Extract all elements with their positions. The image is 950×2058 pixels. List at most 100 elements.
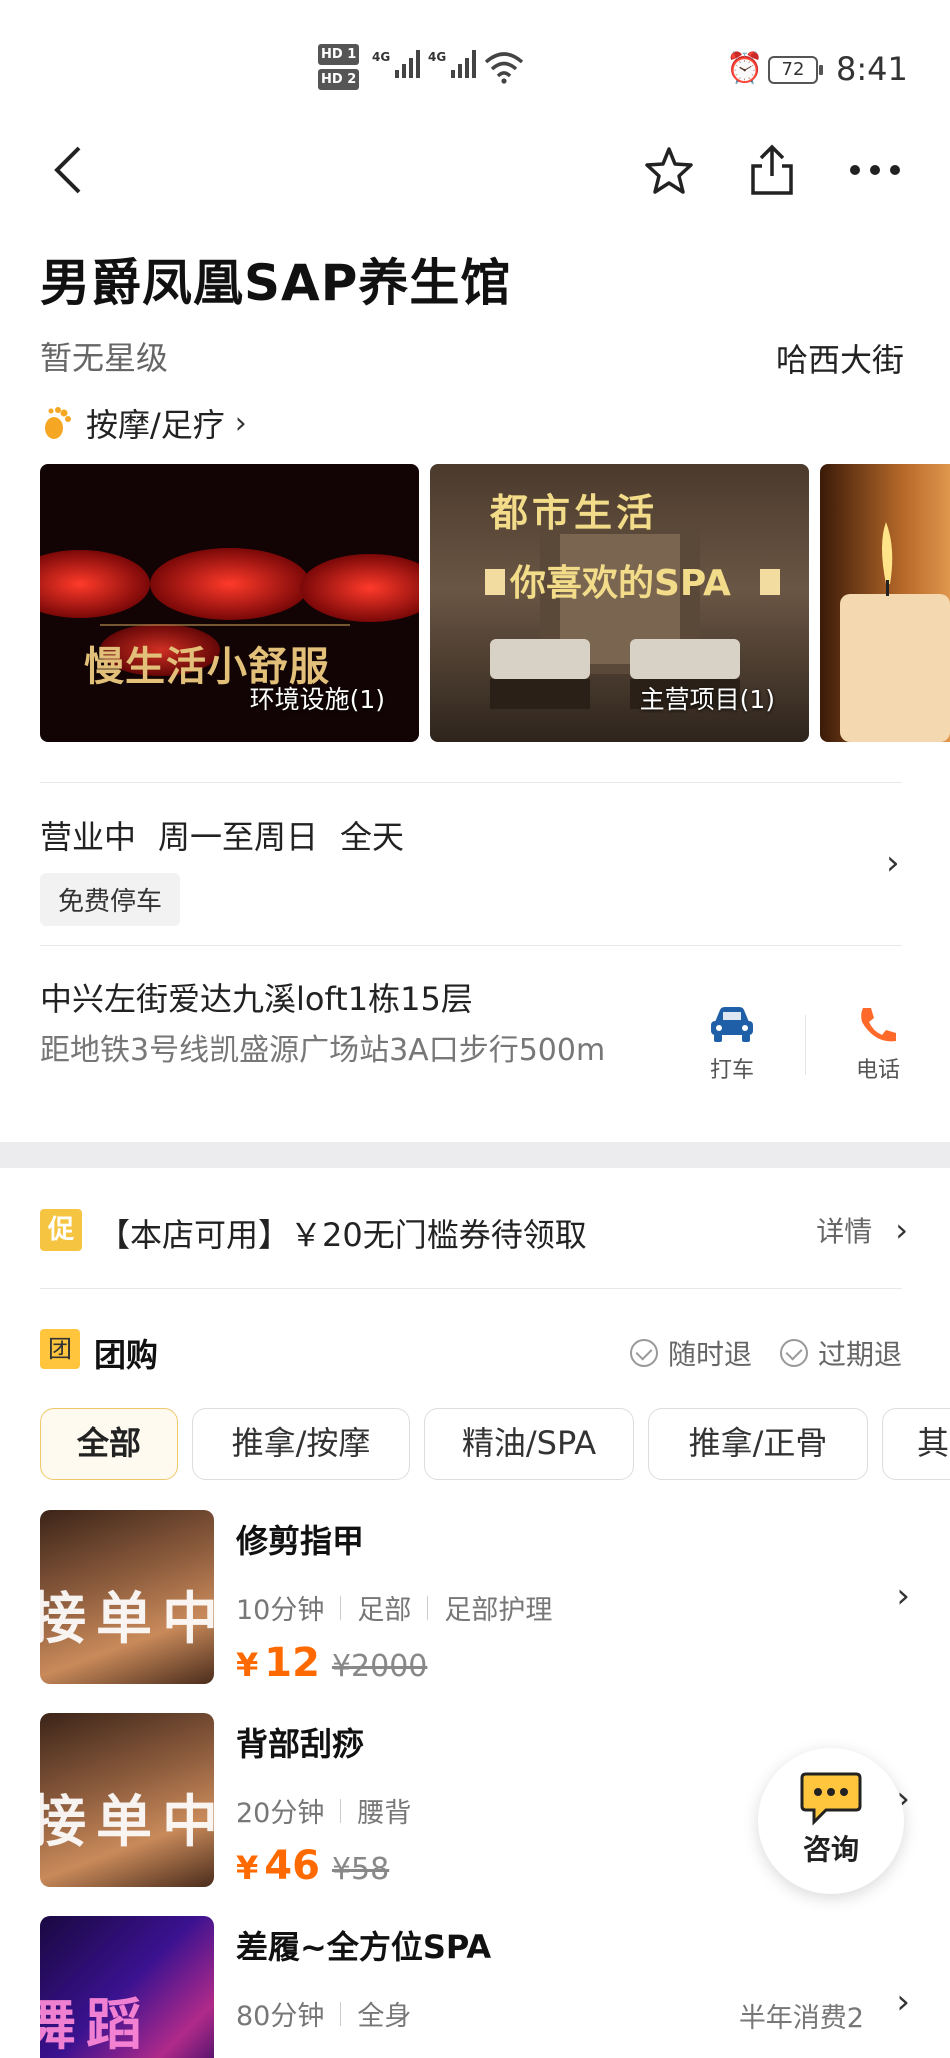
filter-chip-spa[interactable]: 精油/SPA xyxy=(424,1408,634,1480)
photo-overlay-text-1: 都市生活 xyxy=(490,491,659,535)
battery-icon: 72 xyxy=(768,56,823,84)
deal-duration: 20分钟 xyxy=(236,1798,325,1829)
chevron-right-icon: › xyxy=(895,1211,908,1249)
hd2-label: HD 2 xyxy=(318,69,360,90)
deal-original-price: 58 xyxy=(351,1852,390,1887)
deal-type: 足部护理 xyxy=(444,1595,553,1626)
group-buy-badge: 团 xyxy=(40,1329,80,1369)
deal-meta: 80分钟 全身 xyxy=(236,1994,411,2033)
taxi-car-icon xyxy=(711,1007,753,1042)
filter-chip-other[interactable]: 其 xyxy=(882,1408,950,1480)
deal-thumbnail: 接单中 xyxy=(40,1713,214,1887)
consult-button[interactable]: 咨询 xyxy=(758,1748,904,1894)
deal-duration: 80分钟 xyxy=(236,2001,325,2032)
deal-price: ¥12 ¥2000 xyxy=(236,1640,428,1686)
deal-meta: 10分钟 足部 足部护理 xyxy=(236,1588,552,1627)
photo-services[interactable]: 都市生活 你喜欢的SPA 主营项目(1) xyxy=(430,464,809,742)
deal-part: 全身 xyxy=(357,2001,412,2032)
deal-name: 背部刮痧 xyxy=(236,1725,365,1763)
address-line[interactable]: 中兴左街爱达九溪loft1栋15层 xyxy=(40,974,473,1020)
taxi-label: 打车 xyxy=(709,1058,754,1083)
refund-expired-label: 过期退 xyxy=(818,1338,903,1371)
divider xyxy=(40,945,902,946)
deal-current-price: 12 xyxy=(264,1640,320,1686)
taxi-button[interactable]: 打车 xyxy=(692,1004,772,1084)
category-label: 按摩/足疗 xyxy=(86,406,225,444)
share-icon xyxy=(751,144,793,195)
deal-original-price: 2000 xyxy=(351,1649,428,1684)
chevron-right-icon: › xyxy=(896,1576,910,1616)
candle-image xyxy=(840,522,950,742)
shop-name: 男爵凤凰SAP养生馆 xyxy=(40,254,512,312)
wifi-icon xyxy=(484,52,524,84)
district: 哈西大街 xyxy=(775,341,904,379)
divider xyxy=(40,782,902,783)
hd-indicator: HD 1 HD 2 xyxy=(318,44,360,94)
promo-details-link[interactable]: 详情 › xyxy=(816,1210,908,1250)
deal-part: 腰背 xyxy=(357,1798,412,1829)
alarm-icon: ⏰ xyxy=(726,51,764,86)
foot-icon xyxy=(45,407,71,439)
category-link[interactable]: 按摩/足疗 › xyxy=(40,400,247,446)
filter-chip-bone[interactable]: 推拿/正骨 xyxy=(648,1408,868,1480)
share-button[interactable] xyxy=(742,140,802,200)
back-button[interactable] xyxy=(38,140,98,200)
business-hours[interactable]: 营业中 周一至周日 全天 xyxy=(40,812,426,858)
hd1-label: HD 1 xyxy=(318,44,360,65)
deal-thumbnail: 接单中 xyxy=(40,1510,214,1684)
photo-environment[interactable]: 慢生活小舒服 环境设施(1) xyxy=(40,464,419,742)
group-buy-title: 团购 xyxy=(94,1336,159,1374)
chevron-right-icon: › xyxy=(234,405,247,441)
filter-chip-massage[interactable]: 推拿/按摩 xyxy=(192,1408,410,1480)
promo-details-label: 详情 xyxy=(816,1215,873,1248)
filter-chip-all[interactable]: 全部 xyxy=(40,1408,178,1480)
divider xyxy=(40,1288,902,1289)
phone-button[interactable]: 电话 xyxy=(838,1004,918,1084)
parking-tag: 免费停车 xyxy=(40,873,181,926)
open-time: 全天 xyxy=(340,818,405,856)
status-bar: HD 1 HD 2 4G 4G ⏰ 72 8:41 xyxy=(0,0,950,120)
consult-label: 咨询 xyxy=(802,1833,859,1866)
deal-price: ¥46 ¥58 xyxy=(236,1843,390,1889)
deal-name: 差履~全方位SPA xyxy=(236,1928,492,1966)
star-outline-icon xyxy=(645,147,693,194)
promo-text[interactable]: 【本店可用】￥20无门槛券待领取 xyxy=(98,1210,587,1256)
section-separator xyxy=(0,1142,950,1168)
star-level: 暂无星级 xyxy=(40,339,169,377)
more-dots-icon xyxy=(850,165,900,175)
clock: 8:41 xyxy=(836,50,908,88)
photo-overlay-text-2: 你喜欢的SPA xyxy=(510,563,731,604)
deal-meta: 20分钟 腰背 xyxy=(236,1791,411,1830)
refund-anytime-label: 随时退 xyxy=(668,1338,753,1371)
filter-chips: 全部 推拿/按摩 精油/SPA 推拿/正骨 其 xyxy=(40,1408,950,1480)
photo-caption: 主营项目(1) xyxy=(639,685,775,714)
vertical-divider xyxy=(805,1015,806,1075)
signal-1-icon: 4G xyxy=(372,50,421,78)
deal-item[interactable]: 接单中 修剪指甲 10分钟 足部 足部护理 ¥12 ¥2000 › xyxy=(40,1510,910,1686)
chevron-right-icon[interactable]: › xyxy=(886,843,900,883)
check-circle-icon xyxy=(630,1339,658,1367)
favorite-button[interactable] xyxy=(639,140,699,200)
photo-carousel[interactable]: 慢生活小舒服 环境设施(1) 都市生活 你喜欢的SPA 主营项目(1) xyxy=(40,464,950,742)
chevron-right-icon: › xyxy=(896,1982,910,2022)
deal-duration: 10分钟 xyxy=(236,1595,325,1626)
phone-label: 电话 xyxy=(855,1058,900,1083)
photo-caption: 环境设施(1) xyxy=(249,685,385,714)
phone-icon xyxy=(861,1008,896,1042)
check-circle-icon xyxy=(780,1339,808,1367)
deal-sales: 半年消费2 xyxy=(738,2003,864,2034)
refund-anytime: 随时退 xyxy=(630,1333,752,1373)
more-button[interactable] xyxy=(845,140,905,200)
photo-candle[interactable] xyxy=(820,464,950,742)
open-days: 周一至周日 xyxy=(158,818,319,856)
refund-expired: 过期退 xyxy=(780,1333,902,1373)
deal-part: 足部 xyxy=(357,1595,412,1626)
chat-bubble-icon xyxy=(800,1772,862,1826)
promo-badge: 促 xyxy=(40,1209,82,1251)
chevron-left-icon xyxy=(54,146,81,194)
deal-name: 修剪指甲 xyxy=(236,1522,365,1560)
open-status: 营业中 xyxy=(40,818,137,856)
deal-thumbnail: 舞蹈 xyxy=(40,1916,214,2058)
nav-bar xyxy=(0,130,950,210)
deal-item[interactable]: 舞蹈 差履~全方位SPA 80分钟 全身 半年消费2 › xyxy=(40,1916,910,2058)
